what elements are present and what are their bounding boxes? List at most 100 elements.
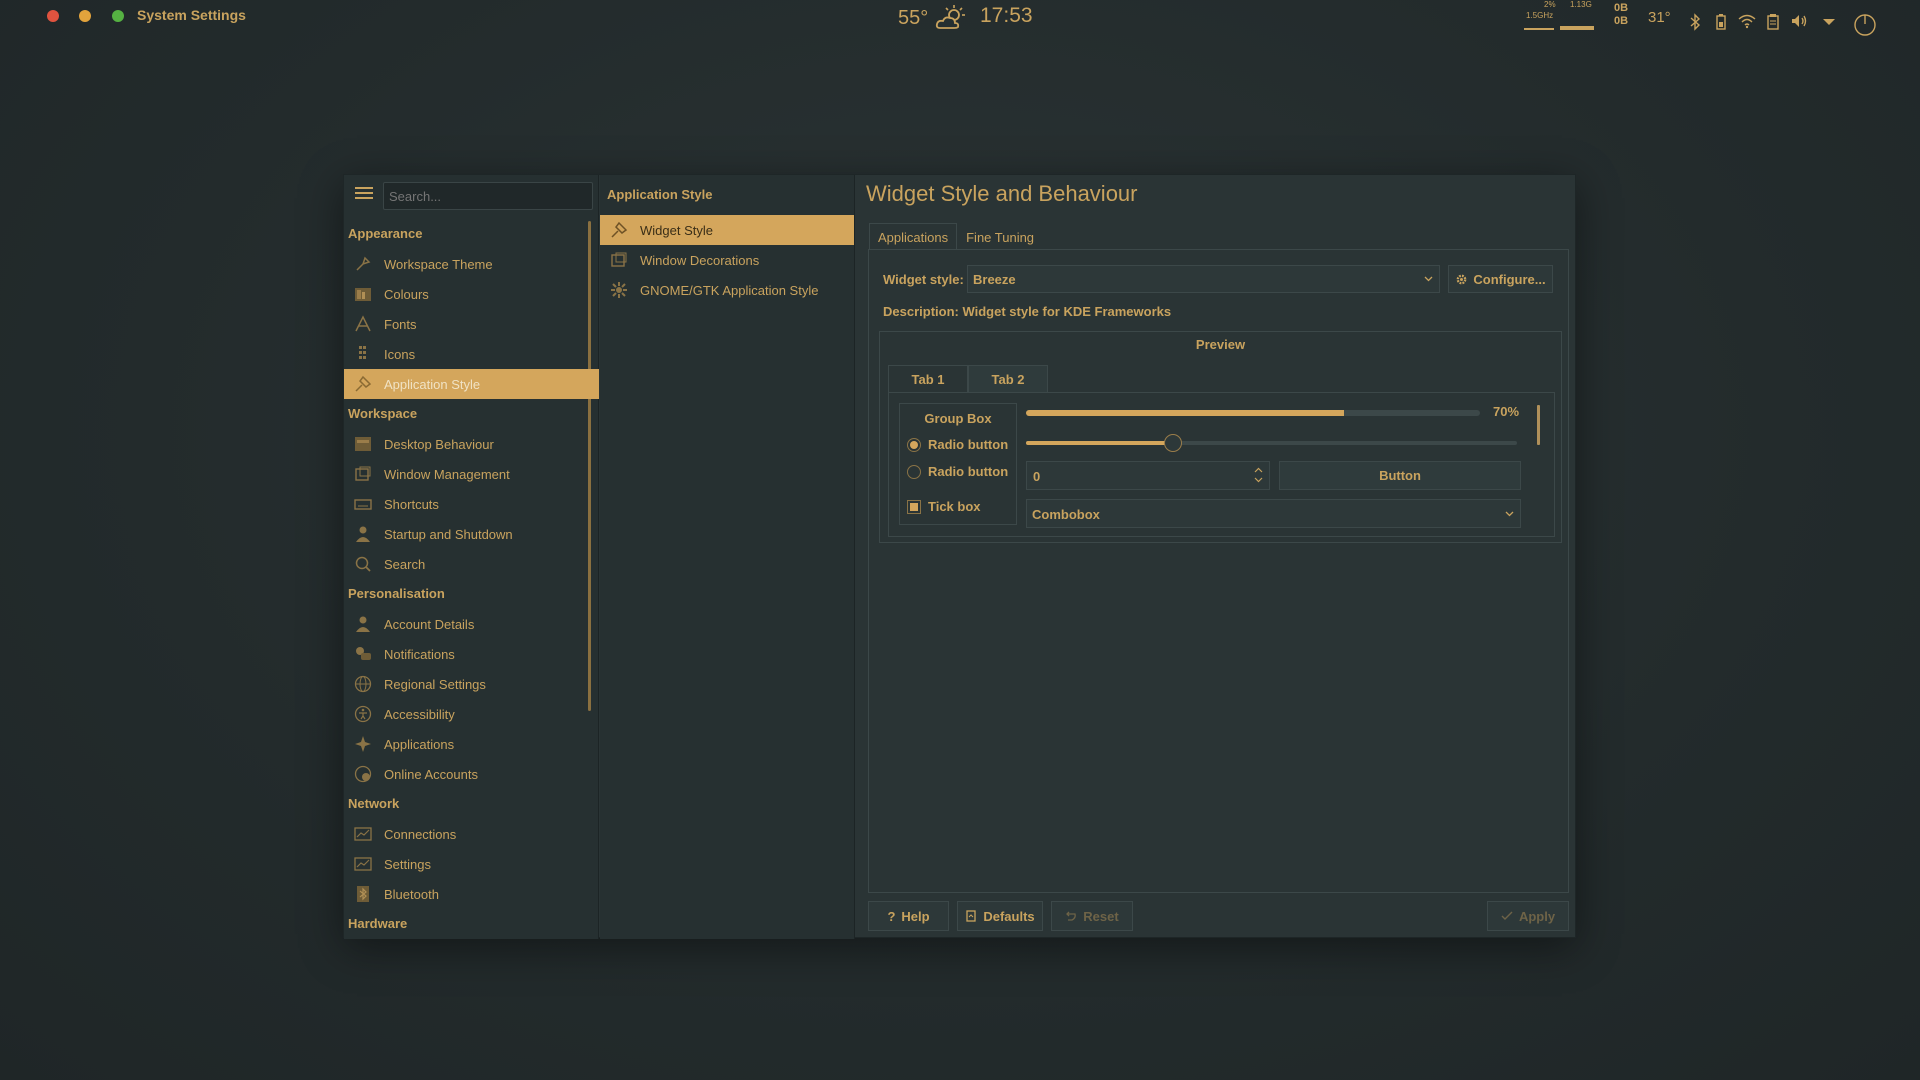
preview-button[interactable]: Button [1279,461,1521,490]
preview-radio-2[interactable]: Radio button [907,464,1008,479]
hamburger-menu-icon[interactable] [355,187,373,203]
sidebar-item-shortcuts[interactable]: Shortcuts [344,489,599,519]
window-management-icon [353,464,373,484]
sidebar-item-notifications[interactable]: Notifications [344,639,599,669]
ram-bar [1560,26,1594,30]
sidebar-item-label: Online Accounts [384,766,478,782]
style-description: Description: Widget style for KDE Framew… [883,304,1172,319]
sidebar-item-label: Accessibility [384,706,455,722]
window-decorations-icon [609,250,629,270]
tab-applications[interactable]: Applications [869,223,958,250]
slider-fill [1026,441,1174,445]
weather-temperature: 55° [898,6,929,29]
defaults-button[interactable]: Defaults [957,901,1043,931]
main-panel: Widget Style and Behaviour Applications … [856,175,1576,939]
cpu-temperature[interactable]: 31° [1648,9,1671,43]
sidebar-item-bluetooth[interactable]: Bluetooth [344,879,599,909]
cpu-frequency: 1.5GHz [1526,11,1554,20]
sidebar-item-label: Regional Settings [384,676,486,692]
sidebar-item-label: Applications [384,736,455,752]
power-icon[interactable] [1852,13,1878,36]
sidebar-item-workspace-theme[interactable]: Workspace Theme [344,249,599,279]
wifi-icon[interactable] [1738,13,1756,33]
preview-scrollbar[interactable] [1537,405,1540,445]
minimize-window-button[interactable] [79,10,91,22]
sidebar-item-window-management[interactable]: Window Management [344,459,599,489]
reset-button[interactable]: Reset [1051,901,1133,931]
battery-icon[interactable] [1712,13,1729,33]
network-speed[interactable]: 0B 0B [1614,2,1636,36]
slider-handle[interactable] [1164,434,1183,452]
apply-button[interactable]: Apply [1487,901,1569,931]
brush-icon [353,254,373,274]
defaults-label: Defaults [983,908,1035,924]
preview-slider[interactable] [1026,434,1517,452]
clipboard-icon[interactable] [1764,13,1781,33]
section-appearance: Appearance [348,226,423,241]
weather-widget[interactable]: 55° [898,4,968,32]
sidebar-item-startup-shutdown[interactable]: Startup and Shutdown [344,519,599,549]
sidebar-item-account-details[interactable]: Account Details [344,609,599,639]
preview-combobox[interactable]: Combobox [1026,499,1521,528]
subcategory-list: Application Style Widget Style Window De… [600,175,855,939]
search-input[interactable] [383,182,593,210]
configure-button[interactable]: Configure... [1448,265,1553,293]
sidebar-item-label: Settings [384,856,431,872]
subcategory-window-decorations[interactable]: Window Decorations [600,245,854,275]
sidebar-item-colours[interactable]: Colours [344,279,599,309]
preview-spinbox[interactable]: 0 [1026,461,1270,490]
progress-fill [1026,410,1344,416]
sidebar-item-applications[interactable]: Applications [344,729,599,759]
preview-progress-bar [1026,410,1480,416]
desktop-icon [353,434,373,454]
sidebar-item-fonts[interactable]: Fonts [344,309,599,339]
chevron-down-icon [1505,511,1514,517]
sidebar-item-label: Icons [384,346,416,362]
maximize-window-button[interactable] [112,10,124,22]
expand-icon[interactable] [1820,13,1837,33]
preview-radio-1[interactable]: Radio button [907,437,1008,452]
sidebar-item-label: Window Management [384,466,510,482]
widget-style-combobox[interactable]: Breeze [967,265,1440,293]
widget-style-icon [609,220,629,240]
sidebar-item-accessibility[interactable]: Accessibility [344,699,599,729]
sidebar-item-icons[interactable]: Icons [344,339,599,369]
preview-tick-box[interactable]: Tick box [907,499,981,514]
close-window-button[interactable] [47,10,59,22]
net-upload: 0B [1614,2,1629,14]
system-tray [1686,6,1878,40]
subcategory-header: Application Style [607,187,713,202]
subcategory-widget-style[interactable]: Widget Style [600,215,854,245]
section-network: Network [348,796,400,811]
sidebar-item-network-settings[interactable]: Settings [344,849,599,879]
clock[interactable]: 17:53 [980,4,1033,28]
sidebar-item-application-style[interactable]: Application Style [344,369,599,399]
subcategory-gtk-style[interactable]: GNOME/GTK Application Style [600,275,854,305]
volume-icon[interactable] [1790,13,1807,33]
sidebar-item-label: Connections [384,826,457,842]
ram-usage: 1.13G [1570,0,1592,9]
system-monitor[interactable]: 2% 1.5GHz 1.13G [1524,0,1594,34]
check-icon [1501,911,1513,920]
sidebar-item-online-accounts[interactable]: Online Accounts [344,759,599,789]
bluetooth-icon[interactable] [1686,13,1703,33]
sidebar-item-connections[interactable]: Connections [344,819,599,849]
preview-group-box: Group Box Radio button Radio button Tick… [899,403,1017,525]
sidebar: Appearance Workspace Theme Colours Fonts… [344,175,599,939]
tick-box-indicator [907,499,921,514]
system-settings-window: Appearance Workspace Theme Colours Fonts… [343,174,1576,939]
help-button[interactable]: ? Help [868,901,949,931]
sidebar-item-search[interactable]: Search [344,549,599,579]
user-icon [353,614,373,634]
radio-selected-indicator [907,437,921,452]
sidebar-item-regional-settings[interactable]: Regional Settings [344,669,599,699]
tab-fine-tuning[interactable]: Fine Tuning [957,223,1043,250]
font-icon [353,314,373,334]
spin-arrows-icon[interactable] [1254,466,1263,484]
icons-grid-icon [353,344,373,364]
widget-style-value: Breeze [973,272,1016,287]
sidebar-item-desktop-behaviour[interactable]: Desktop Behaviour [344,429,599,459]
bluetooth-device-icon [353,884,373,904]
preview-tab-2[interactable]: Tab 2 [968,365,1048,393]
preview-tab-1[interactable]: Tab 1 [888,365,968,393]
